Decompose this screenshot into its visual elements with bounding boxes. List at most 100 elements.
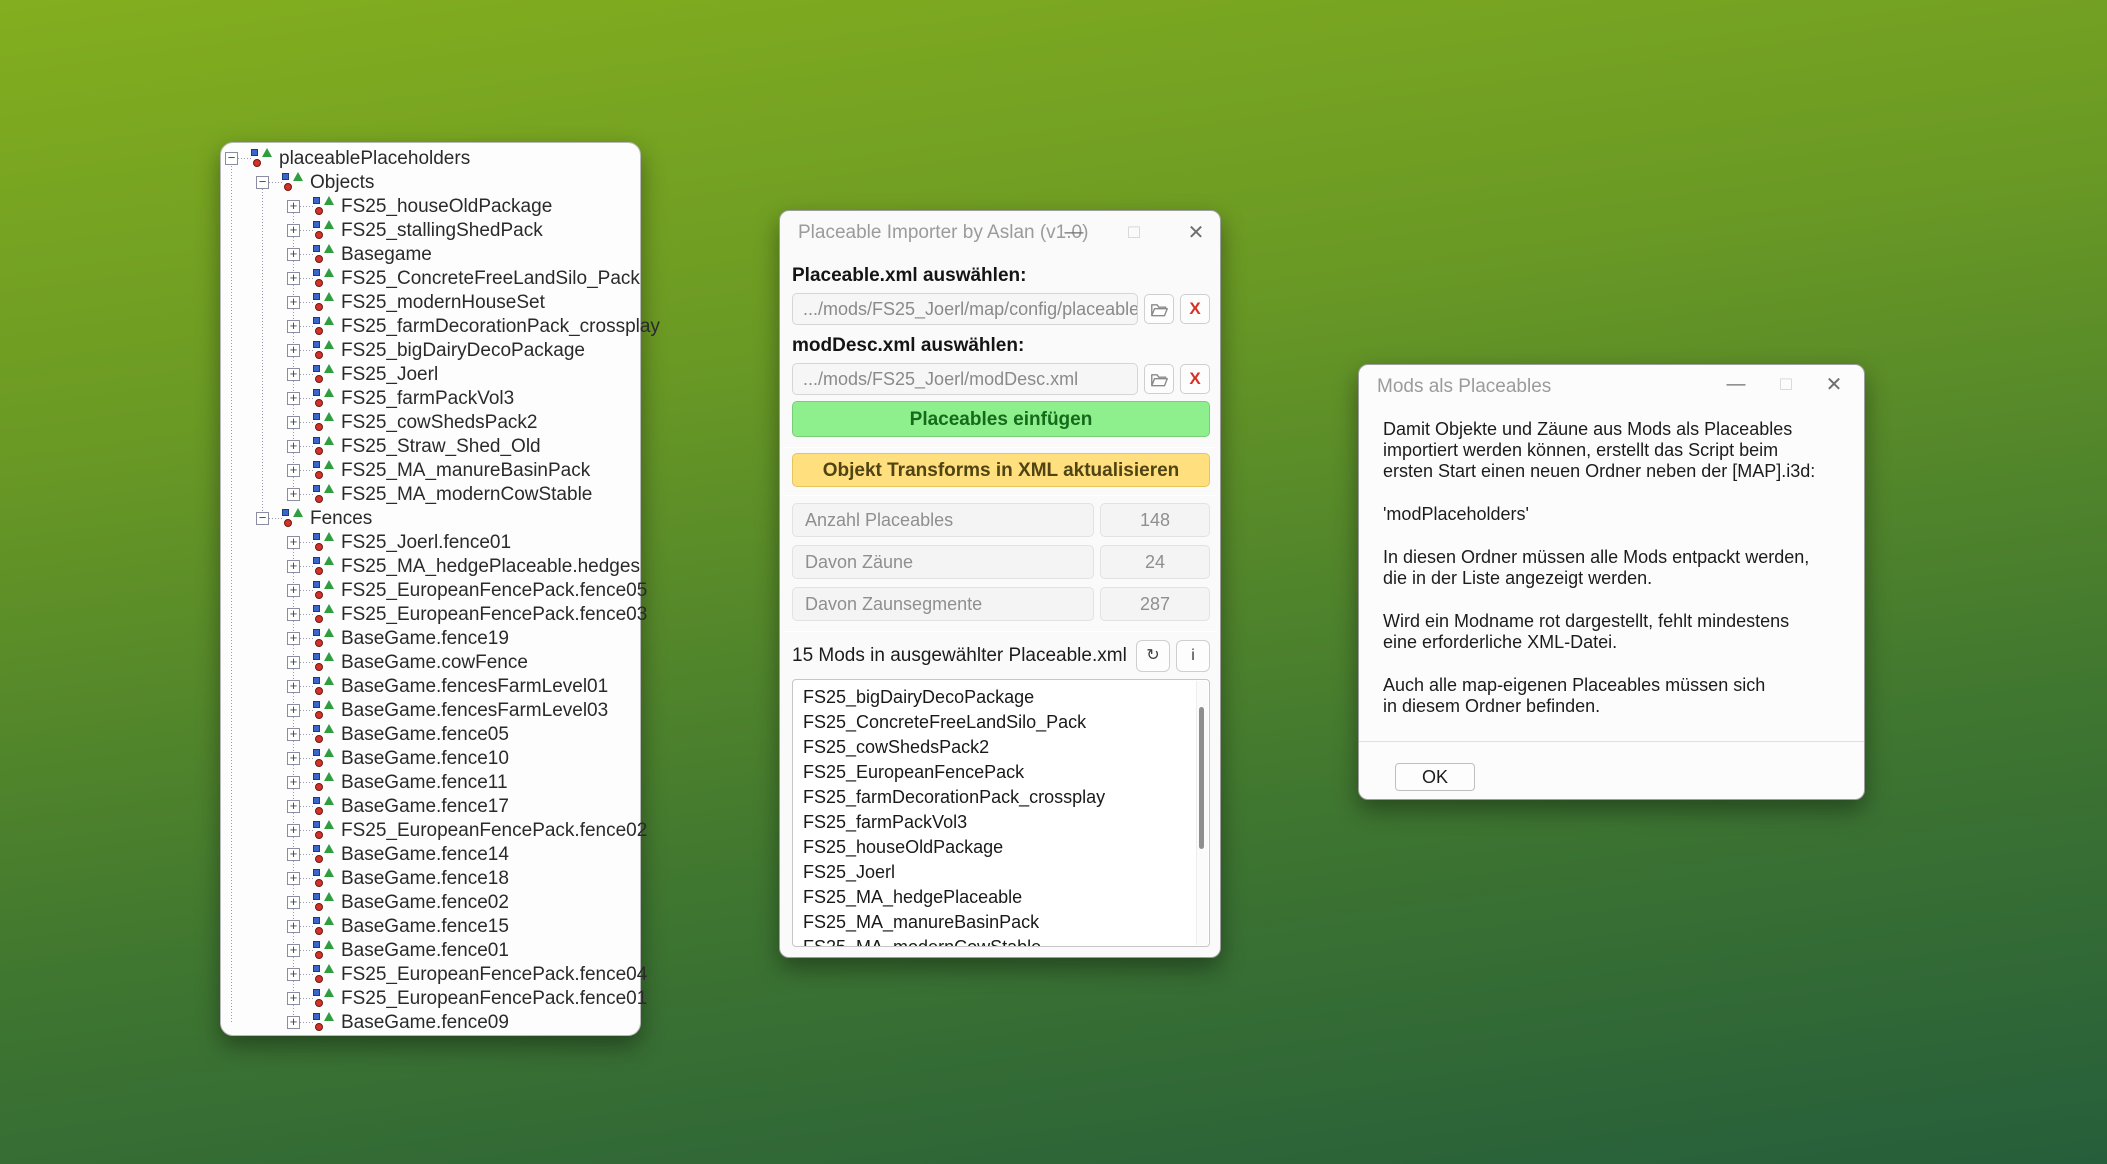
expander-icon[interactable]: + xyxy=(287,295,300,309)
refresh-button[interactable]: ↻ xyxy=(1136,640,1170,672)
expander-icon[interactable]: + xyxy=(287,463,300,477)
tree-item[interactable]: + FS25_EuropeanFencePack.fence01 xyxy=(221,987,647,1011)
browse-placeable-button[interactable] xyxy=(1144,294,1174,324)
expander-icon[interactable]: − xyxy=(256,511,269,525)
expander-icon[interactable]: + xyxy=(287,367,300,381)
expander-icon[interactable]: + xyxy=(287,727,300,741)
tree-item[interactable]: − placeablePlaceholders xyxy=(221,147,640,171)
list-item[interactable]: FS25_MA_hedgePlaceable xyxy=(803,885,1209,910)
expander-icon[interactable]: + xyxy=(287,847,300,861)
expander-icon[interactable]: + xyxy=(287,199,300,213)
list-item[interactable]: FS25_EuropeanFencePack xyxy=(803,760,1209,785)
scrollbar-track[interactable] xyxy=(1196,681,1208,945)
tree-item[interactable]: + FS25_bigDairyDecoPackage xyxy=(221,339,640,363)
tree-item[interactable]: + BaseGame.cowFence xyxy=(221,651,640,675)
browse-moddesc-button[interactable] xyxy=(1144,364,1174,394)
list-item[interactable]: FS25_MA_manureBasinPack xyxy=(803,910,1209,935)
tree-item[interactable]: + FS25_Joerl.fence01 xyxy=(221,531,640,555)
tree-item[interactable]: + FS25_modernHouseSet xyxy=(221,291,640,315)
expander-icon[interactable]: + xyxy=(287,535,300,549)
tree-item[interactable]: + FS25_houseOldPackage xyxy=(221,195,640,219)
list-item[interactable]: FS25_Joerl xyxy=(803,860,1209,885)
tree-item[interactable]: + BaseGame.fence01 xyxy=(221,939,640,963)
scrollbar-thumb[interactable] xyxy=(1199,707,1204,849)
list-item[interactable]: FS25_farmPackVol3 xyxy=(803,810,1209,835)
expander-icon[interactable]: + xyxy=(287,391,300,405)
expander-icon[interactable]: + xyxy=(287,559,300,573)
expander-icon[interactable]: + xyxy=(287,343,300,357)
mods-listbox[interactable]: FS25_bigDairyDecoPackage FS25_ConcreteFre… xyxy=(792,679,1210,947)
tree-item[interactable]: + FS25_cowShedsPack2 xyxy=(221,411,640,435)
close-icon[interactable]: ✕ xyxy=(1814,367,1854,403)
tree-item[interactable]: + FS25_Straw_Shed_Old xyxy=(221,435,640,459)
tree-item[interactable]: + BaseGame.fence19 xyxy=(221,627,640,651)
update-transforms-button[interactable]: Objekt Transforms in XML aktualisieren xyxy=(792,453,1210,487)
expander-icon[interactable]: − xyxy=(225,151,238,165)
expander-icon[interactable]: + xyxy=(287,487,300,501)
clear-moddesc-button[interactable]: X xyxy=(1180,364,1210,394)
tree-item[interactable]: + BaseGame.fencesFarmLevel01 xyxy=(221,675,640,699)
minimize-icon[interactable]: — xyxy=(1054,215,1094,251)
expander-icon[interactable]: + xyxy=(287,703,300,717)
tree-item[interactable]: + FS25_MA_hedgePlaceable.hedges xyxy=(221,555,640,579)
expander-icon[interactable]: + xyxy=(287,967,300,981)
tree-item[interactable]: − Objects xyxy=(221,171,640,195)
tree-item[interactable]: + BaseGame.fence05 xyxy=(221,723,640,747)
tree-item[interactable]: + BaseGame.fence17 xyxy=(221,795,640,819)
expander-icon[interactable]: + xyxy=(287,271,300,285)
tree-item[interactable]: + BaseGame.fence18 xyxy=(221,867,640,891)
expander-icon[interactable]: + xyxy=(287,823,300,837)
tree-item[interactable]: + FS25_farmPackVol3 xyxy=(221,387,640,411)
expander-icon[interactable]: + xyxy=(287,439,300,453)
tree-item[interactable]: + FS25_MA_manureBasinPack xyxy=(221,459,640,483)
expander-icon[interactable]: + xyxy=(287,631,300,645)
expander-icon[interactable]: + xyxy=(287,679,300,693)
tree-item[interactable]: + BaseGame.fence15 xyxy=(221,915,640,939)
minimize-icon[interactable]: — xyxy=(1716,367,1756,403)
list-item[interactable]: FS25_MA_modernCowStable xyxy=(803,935,1209,946)
expander-icon[interactable]: + xyxy=(287,583,300,597)
tree-item[interactable]: + FS25_ConcreteFreeLandSilo_Pack xyxy=(221,267,640,291)
tree-item[interactable]: + BaseGame.fence14 xyxy=(221,843,640,867)
expander-icon[interactable]: + xyxy=(287,775,300,789)
expander-icon[interactable]: + xyxy=(287,415,300,429)
expander-icon[interactable]: + xyxy=(287,1015,300,1029)
tree-item[interactable]: + FS25_MA_modernCowStable xyxy=(221,483,640,507)
tree-item[interactable]: + FS25_EuropeanFencePack.fence03 xyxy=(221,603,647,627)
tree-item[interactable]: + BaseGame.fence10 xyxy=(221,747,640,771)
tree-item[interactable]: + BaseGame.fence09 xyxy=(221,1011,640,1035)
infobox-titlebar[interactable]: Mods als Placeables — □ ✕ xyxy=(1359,365,1864,409)
list-item[interactable]: FS25_bigDairyDecoPackage xyxy=(803,685,1209,710)
list-item[interactable]: FS25_houseOldPackage xyxy=(803,835,1209,860)
insert-placeables-button[interactable]: Placeables einfügen xyxy=(792,401,1210,437)
expander-icon[interactable]: + xyxy=(287,895,300,909)
tree-item[interactable]: + FS25_farmDecorationPack_crossplay xyxy=(221,315,660,339)
importer-titlebar[interactable]: Placeable Importer by Aslan (v1.0) — □ ✕ xyxy=(780,211,1220,255)
list-item[interactable]: FS25_farmDecorationPack_crossplay xyxy=(803,785,1209,810)
tree-item[interactable]: + BaseGame.fence02 xyxy=(221,891,640,915)
expander-icon[interactable]: + xyxy=(287,223,300,237)
info-button[interactable]: i xyxy=(1176,640,1210,672)
tree-item[interactable]: − Fences xyxy=(221,507,640,531)
expander-icon[interactable]: + xyxy=(287,607,300,621)
placeable-xml-path-field[interactable]: .../mods/FS25_Joerl/map/config/placeable… xyxy=(792,293,1138,325)
close-icon[interactable]: ✕ xyxy=(1176,215,1216,251)
tree-item[interactable]: + FS25_Joerl xyxy=(221,363,640,387)
list-item[interactable]: FS25_cowShedsPack2 xyxy=(803,735,1209,760)
expander-icon[interactable]: + xyxy=(287,991,300,1005)
expander-icon[interactable]: + xyxy=(287,871,300,885)
tree-item[interactable]: + FS25_EuropeanFencePack.fence04 xyxy=(221,963,647,987)
moddesc-xml-path-field[interactable]: .../mods/FS25_Joerl/modDesc.xml xyxy=(792,363,1138,395)
expander-icon[interactable]: + xyxy=(287,751,300,765)
expander-icon[interactable]: + xyxy=(287,655,300,669)
expander-icon[interactable]: + xyxy=(287,799,300,813)
tree-item[interactable]: + FS25_stallingShedPack xyxy=(221,219,640,243)
tree-item[interactable]: + BaseGame.fence11 xyxy=(221,771,640,795)
expander-icon[interactable]: + xyxy=(287,247,300,261)
ok-button[interactable]: OK xyxy=(1395,763,1475,791)
clear-placeable-button[interactable]: X xyxy=(1180,294,1210,324)
tree-item[interactable]: + BaseGame.fencesFarmLevel03 xyxy=(221,699,640,723)
list-item[interactable]: FS25_ConcreteFreeLandSilo_Pack xyxy=(803,710,1209,735)
expander-icon[interactable]: + xyxy=(287,319,300,333)
expander-icon[interactable]: − xyxy=(256,175,269,189)
